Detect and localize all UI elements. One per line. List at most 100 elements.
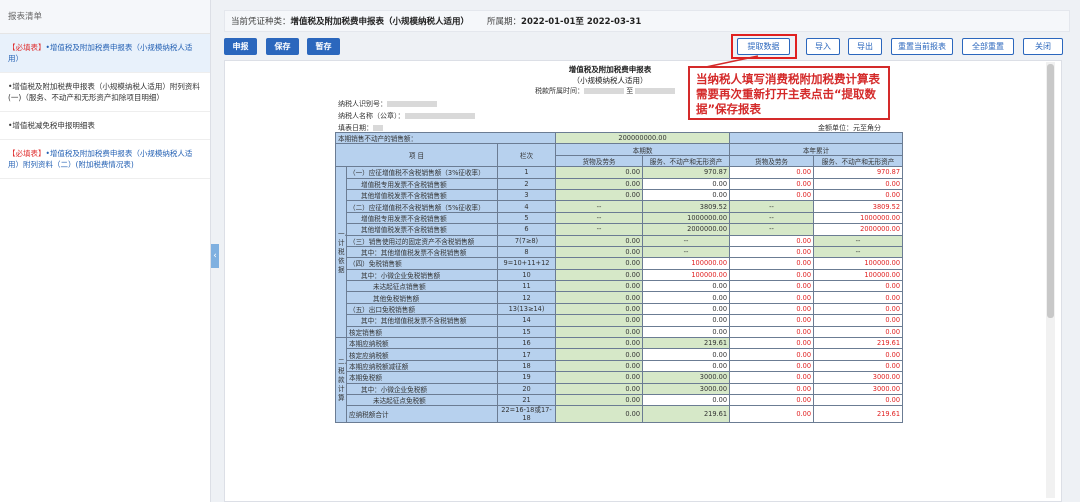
row-value-b[interactable]: 100000.00: [642, 268, 731, 282]
row-value-b[interactable]: 219.61: [642, 337, 731, 350]
row-value-a[interactable]: 0.00: [555, 393, 644, 407]
row-value-b[interactable]: 0.00: [642, 348, 731, 361]
row-value-c[interactable]: 0.00: [729, 268, 815, 282]
row-value-a[interactable]: --: [555, 211, 644, 225]
row-value-b[interactable]: --: [642, 245, 731, 259]
row-value-d[interactable]: 0.00: [813, 302, 904, 316]
row-value-d[interactable]: 0.00: [813, 325, 904, 339]
row-value-b[interactable]: 0.00: [642, 302, 731, 316]
row-value-d[interactable]: --: [813, 245, 904, 259]
row-value-c[interactable]: 0.00: [729, 371, 815, 384]
row-value-d[interactable]: 219.61: [813, 337, 904, 350]
row-value-b[interactable]: 2000000.00: [642, 223, 731, 236]
row-value-a[interactable]: 0.00: [555, 177, 644, 190]
row-value-d[interactable]: 2000000.00: [813, 223, 904, 236]
row-value-b[interactable]: 3000.00: [642, 382, 731, 396]
row-value-d[interactable]: 970.87: [813, 166, 904, 179]
row-value-b[interactable]: 0.00: [642, 280, 731, 293]
row-value-d[interactable]: 1000000.00: [813, 211, 904, 225]
row-value-c[interactable]: 0.00: [729, 359, 815, 373]
row-value-b[interactable]: 970.87: [642, 166, 731, 179]
row-value-b[interactable]: 0.00: [642, 291, 731, 304]
row-value-c[interactable]: 0.00: [729, 280, 815, 293]
reset-all-button[interactable]: 全部重置: [962, 38, 1014, 55]
row-value-d[interactable]: 100000.00: [813, 257, 904, 270]
row-value-a[interactable]: 0.00: [555, 348, 644, 361]
row-value-d[interactable]: 3000.00: [813, 371, 904, 384]
row-value-a[interactable]: 0.00: [555, 302, 644, 316]
row-value-a[interactable]: 0.00: [555, 325, 644, 339]
row-value-c[interactable]: 0.00: [729, 166, 815, 179]
row-value-b[interactable]: 0.00: [642, 359, 731, 373]
row-value-a[interactable]: 0.00: [555, 371, 644, 384]
row-value-b[interactable]: --: [642, 234, 731, 247]
row-value-b[interactable]: 3000.00: [642, 371, 731, 384]
row-value-b[interactable]: 0.00: [642, 393, 731, 407]
save-button[interactable]: 保存: [266, 38, 299, 55]
row-value-a[interactable]: 0.00: [555, 291, 644, 304]
row-value-c[interactable]: 0.00: [729, 337, 815, 350]
row-value-d[interactable]: 0.00: [813, 314, 904, 327]
row-value-a[interactable]: 0.00: [555, 166, 644, 179]
row-value-b[interactable]: 1000000.00: [642, 211, 731, 225]
row-value-c[interactable]: 0.00: [729, 291, 815, 304]
row-value-b[interactable]: 0.00: [642, 177, 731, 190]
row-value-c[interactable]: --: [729, 211, 815, 225]
close-button[interactable]: 关闭: [1023, 38, 1063, 55]
row-value-b[interactable]: 219.61: [642, 405, 731, 424]
row-value-c[interactable]: 0.00: [729, 314, 815, 327]
row-value-b[interactable]: 0.00: [642, 188, 731, 202]
sidebar-item[interactable]: •增值税及附加税费申报表（小规模纳税人适用）附列资料(一)（服务、不动产和无形资…: [0, 73, 210, 112]
sidebar-item[interactable]: 【必填表】•增值税及附加税费申报表（小规模纳税人适用）: [0, 34, 210, 73]
row-value-a[interactable]: 0.00: [555, 280, 644, 293]
declare-button[interactable]: 申报: [224, 38, 257, 55]
row-value-a[interactable]: 0.00: [555, 188, 644, 202]
row-value-a[interactable]: --: [555, 200, 644, 213]
row-value-d[interactable]: 0.00: [813, 177, 904, 190]
import-button[interactable]: 导入: [806, 38, 840, 55]
row-value-c[interactable]: 0.00: [729, 177, 815, 190]
row-value-b[interactable]: 3809.52: [642, 200, 731, 213]
row-value-d[interactable]: 3000.00: [813, 382, 904, 396]
sidebar-item[interactable]: •增值税减免税申报明细表: [0, 112, 210, 140]
row-value-c[interactable]: 0.00: [729, 325, 815, 339]
scrollbar-thumb[interactable]: [1047, 64, 1054, 318]
row-value-c[interactable]: 0.00: [729, 382, 815, 396]
row-value-c[interactable]: 0.00: [729, 188, 815, 202]
row-value-d[interactable]: 0.00: [813, 359, 904, 373]
row-value-c[interactable]: 0.00: [729, 234, 815, 247]
row-value-c[interactable]: 0.00: [729, 302, 815, 316]
row-value-c[interactable]: --: [729, 223, 815, 236]
reset-current-button[interactable]: 重置当前报表: [891, 38, 953, 55]
row-value-a[interactable]: 0.00: [555, 245, 644, 259]
row-value-d[interactable]: 100000.00: [813, 268, 904, 282]
row-value-d[interactable]: --: [813, 234, 904, 247]
stash-button[interactable]: 暂存: [307, 38, 340, 55]
row-value-d[interactable]: 219.61: [813, 405, 904, 424]
row-value-a[interactable]: 0.00: [555, 268, 644, 282]
row-value-a[interactable]: 0.00: [555, 337, 644, 350]
row-value-d[interactable]: 0.00: [813, 291, 904, 304]
row-value-a[interactable]: 0.00: [555, 405, 644, 424]
row-value-a[interactable]: 0.00: [555, 359, 644, 373]
row-value-a[interactable]: 0.00: [555, 314, 644, 327]
export-button[interactable]: 导出: [848, 38, 882, 55]
row-value-c[interactable]: 0.00: [729, 245, 815, 259]
sidebar-item[interactable]: 【必填表】•增值税及附加税费申报表（小规模纳税人适用）附列资料（二）(附加税费情…: [0, 140, 210, 179]
row-value-a[interactable]: --: [555, 223, 644, 236]
row-value-c[interactable]: 0.00: [729, 257, 815, 270]
row-value-b[interactable]: 0.00: [642, 325, 731, 339]
row-value-c[interactable]: --: [729, 200, 815, 213]
row-value-a[interactable]: 0.00: [555, 382, 644, 396]
row-value-d[interactable]: 0.00: [813, 393, 904, 407]
row-value-a[interactable]: 0.00: [555, 234, 644, 247]
row-value-b[interactable]: 100000.00: [642, 257, 731, 270]
row-value-d[interactable]: 0.00: [813, 348, 904, 361]
row-value-c[interactable]: 0.00: [729, 393, 815, 407]
prev-sales-value[interactable]: 200000000.00: [555, 131, 731, 145]
row-value-d[interactable]: 3809.52: [813, 200, 904, 213]
row-value-a[interactable]: 0.00: [555, 257, 644, 270]
collapse-sidebar-icon[interactable]: ‹: [211, 244, 219, 268]
row-value-c[interactable]: 0.00: [729, 348, 815, 361]
row-value-d[interactable]: 0.00: [813, 280, 904, 293]
